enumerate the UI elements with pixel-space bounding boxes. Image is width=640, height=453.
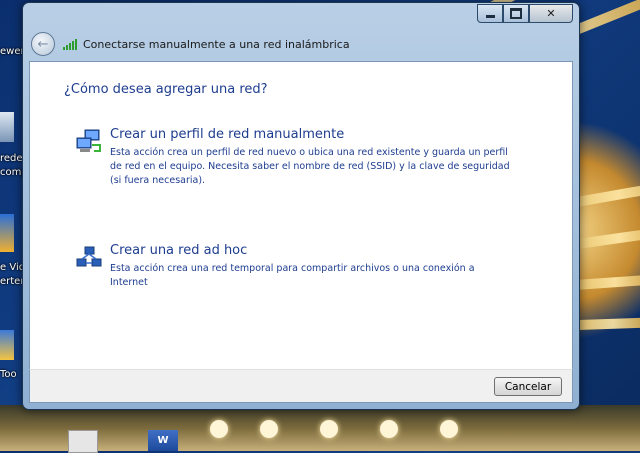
desktop-network-icon[interactable]: [0, 112, 14, 142]
window-controls: ✕: [477, 4, 573, 23]
page-heading: ¿Cómo desea agregar una red?: [64, 82, 268, 97]
option-adhoc-network[interactable]: Crear una red ad hoc Esta acción crea un…: [76, 243, 496, 288]
wireless-connect-window: ✕ ← Conectarse manualmente a una red ina…: [22, 2, 580, 410]
lamp: [380, 420, 398, 438]
close-button[interactable]: ✕: [529, 4, 573, 23]
desktop-icon-label[interactable]: ewer: [0, 46, 25, 58]
lamp: [260, 420, 278, 438]
maximize-button[interactable]: [503, 4, 529, 23]
minimize-icon: [485, 15, 495, 18]
back-arrow-icon: ←: [37, 36, 49, 52]
adhoc-network-icon: [76, 246, 102, 267]
wireless-signal-icon: [63, 38, 77, 50]
window-title: Conectarse manualmente a una red inalámb…: [83, 37, 350, 51]
option-title: Crear una red ad hoc: [110, 243, 248, 258]
desktop-icon-label[interactable]: Too: [0, 369, 17, 381]
lamp: [210, 420, 228, 438]
roof-stripe: [577, 317, 640, 330]
desktop-icon-label[interactable]: rede: [0, 153, 23, 165]
desktop-file-icon[interactable]: [68, 430, 98, 453]
option-description: Esta acción crea un perfil de red nuevo …: [110, 147, 510, 186]
maximize-icon: [510, 8, 522, 19]
desktop-shield-icon[interactable]: [0, 330, 14, 360]
title-bar: ← Conectarse manualmente a una red inalá…: [31, 31, 571, 57]
network-computers-icon: [76, 129, 101, 152]
lamp: [320, 420, 338, 438]
minimize-button[interactable]: [477, 4, 503, 23]
dialog-content: ¿Cómo desea agregar una red? Crear un pe…: [29, 61, 573, 371]
desktop-icon-label[interactable]: erter: [0, 276, 24, 288]
lamp: [440, 420, 458, 438]
desktop-video-icon[interactable]: [0, 214, 14, 252]
close-icon: ✕: [546, 7, 556, 20]
word-document-icon[interactable]: W: [148, 430, 178, 451]
option-description: Esta acción crea una red temporal para c…: [110, 263, 475, 288]
back-button[interactable]: ←: [31, 32, 55, 56]
cancel-button[interactable]: Cancelar: [494, 377, 562, 396]
option-manual-profile[interactable]: Crear un perfil de red manualmente Esta …: [76, 127, 510, 191]
dialog-footer: Cancelar: [29, 369, 573, 403]
option-title: Crear un perfil de red manualmente: [110, 127, 345, 142]
